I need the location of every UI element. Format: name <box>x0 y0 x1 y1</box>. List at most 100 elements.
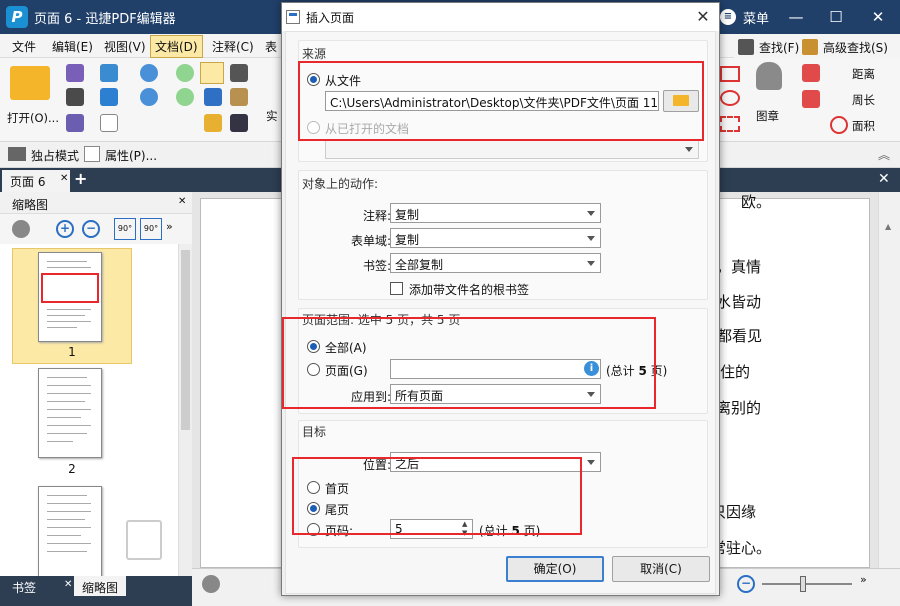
thumbnail-page-1[interactable] <box>38 252 102 342</box>
print-icon[interactable] <box>66 88 84 106</box>
area-icon[interactable] <box>830 116 848 134</box>
thumbnail-page-3[interactable] <box>38 486 102 576</box>
search-area: 查找(F) 高级查找(S) <box>734 36 900 58</box>
panel-close-icon[interactable]: ✕ <box>178 196 186 207</box>
add-root-bookmark-checkbox[interactable] <box>390 282 403 295</box>
highlight-source-box <box>298 61 704 141</box>
menu-edit[interactable]: 编辑(E) <box>52 38 93 55</box>
properties-icon <box>84 146 100 162</box>
zoom-slider-handle[interactable] <box>800 576 806 592</box>
highlight-target-box <box>292 457 582 535</box>
annotation-select[interactable]: 复制 <box>390 203 601 223</box>
select-text-icon[interactable] <box>204 88 222 106</box>
zoom-tool-icon[interactable] <box>230 114 248 132</box>
add-tab-icon[interactable]: + <box>74 169 87 188</box>
status-gear-icon[interactable] <box>202 575 220 593</box>
zoom-out-status-icon[interactable]: − <box>737 575 755 593</box>
close-window-button[interactable]: ✕ <box>866 6 890 28</box>
ribbon-partial-label: 实 <box>266 109 278 123</box>
thumbnail-number: 2 <box>68 462 76 476</box>
bookmark-tab-close-icon[interactable]: ✕ <box>64 579 72 590</box>
maximize-button[interactable]: ☐ <box>824 6 848 28</box>
ok-button[interactable]: 确定(O) <box>506 556 604 582</box>
perimeter-icon[interactable] <box>802 90 820 108</box>
forward-icon[interactable] <box>176 88 194 106</box>
area-button[interactable]: 面积 <box>852 118 875 134</box>
new-doc-icon[interactable] <box>100 114 118 132</box>
source-label: 来源 <box>302 47 327 61</box>
more-icon[interactable]: » <box>166 220 173 233</box>
open-folder-icon[interactable] <box>10 66 50 100</box>
find-button[interactable]: 查找(F) <box>759 39 799 56</box>
perimeter-button[interactable]: 周长 <box>852 92 875 108</box>
snapshot-icon[interactable] <box>230 64 248 82</box>
dialog-title-bar: 插入页面 ✕ <box>282 3 719 31</box>
thumbnail-page-2[interactable] <box>38 368 102 458</box>
scrollbar-thumb[interactable] <box>181 250 190 430</box>
distance-button[interactable]: 距离 <box>852 66 875 82</box>
form-field-select[interactable]: 复制 <box>390 228 601 248</box>
collapse-ribbon-icon[interactable]: ︽ <box>878 146 890 163</box>
rotate-left-icon[interactable]: 90° <box>114 218 136 240</box>
doc-text-line: 都看见 <box>717 327 763 345</box>
annotation-label: 注释: <box>363 209 392 223</box>
tab-label: 页面 6 <box>10 175 46 189</box>
advanced-find-icon[interactable] <box>802 39 818 55</box>
export-icon[interactable] <box>66 114 84 132</box>
dialog-title: 插入页面 <box>306 11 355 25</box>
tab-bookmarks[interactable]: 书签 <box>4 576 44 596</box>
form-field-label: 表单域: <box>351 234 392 248</box>
zoom-out-icon[interactable]: − <box>82 220 100 238</box>
back-icon[interactable] <box>176 64 194 82</box>
redo-icon[interactable] <box>140 88 158 106</box>
cloud-shape-icon[interactable] <box>720 116 740 132</box>
cancel-button[interactable]: 取消(C) <box>612 556 710 582</box>
document-scrollbar[interactable]: ▲ <box>878 192 900 568</box>
distance-icon[interactable] <box>802 64 820 82</box>
panel-header: 缩略图 ✕ <box>0 192 192 214</box>
app-logo-icon: P <box>6 6 28 28</box>
stamp-icon[interactable] <box>756 62 782 90</box>
open-doc-select[interactable] <box>325 139 699 159</box>
menu-button[interactable]: 菜单 <box>743 8 769 27</box>
tab-page6[interactable]: 页面 6 ✕ <box>2 170 70 192</box>
status-more-icon[interactable]: » <box>860 573 867 586</box>
zoom-slider[interactable] <box>762 576 852 592</box>
dialog-close-button[interactable]: ✕ <box>692 6 714 28</box>
target-label: 目标 <box>302 425 327 439</box>
minimize-button[interactable]: — <box>784 6 808 28</box>
open-button[interactable]: 打开(O)... <box>7 110 59 126</box>
thumbnail-scrollbar[interactable] <box>178 244 192 576</box>
menu-form[interactable]: 表 <box>265 38 277 55</box>
menu-view[interactable]: 视图(V) <box>104 38 146 55</box>
find-doc-icon[interactable] <box>738 39 754 55</box>
menu-comment[interactable]: 注释(C) <box>212 38 254 55</box>
rotate-right-icon[interactable]: 90° <box>140 218 162 240</box>
hand-tool-icon[interactable] <box>200 62 224 84</box>
polygon-shape-icon[interactable] <box>720 66 740 82</box>
thumbnail-view-box[interactable] <box>41 273 99 303</box>
properties-button[interactable]: 属性(P)... <box>105 147 157 164</box>
scroll-up-icon[interactable]: ▲ <box>885 222 894 236</box>
scan-icon[interactable] <box>100 88 118 106</box>
stamp-button[interactable]: 图章 <box>756 108 779 124</box>
bookmark-select[interactable]: 全部复制 <box>390 253 601 273</box>
advanced-find-button[interactable]: 高级查找(S) <box>823 39 888 56</box>
menu-document[interactable]: 文档(D) <box>150 35 203 58</box>
tab-close-icon[interactable]: ✕ <box>60 173 68 184</box>
oval-shape-icon[interactable] <box>720 90 740 106</box>
tab-thumbnails[interactable]: 缩略图 <box>74 576 127 596</box>
menu-file[interactable]: 文件 <box>12 38 36 55</box>
marquee-icon[interactable] <box>204 114 222 132</box>
undo-icon[interactable] <box>140 64 158 82</box>
zoom-in-icon[interactable]: + <box>56 220 74 238</box>
close-doc-icon[interactable]: ✕ <box>878 171 890 187</box>
menu-icon[interactable]: ≡ <box>720 9 736 25</box>
save-icon[interactable] <box>66 64 84 82</box>
highlight-range-box <box>282 317 656 409</box>
app-title: 页面 6 - 迅捷PDF编辑器 <box>34 12 176 27</box>
clipboard-icon[interactable] <box>230 88 248 106</box>
email-icon[interactable] <box>100 64 118 82</box>
gear-icon[interactable] <box>12 220 30 238</box>
exclusive-mode-button[interactable]: 独占模式 <box>31 147 79 164</box>
